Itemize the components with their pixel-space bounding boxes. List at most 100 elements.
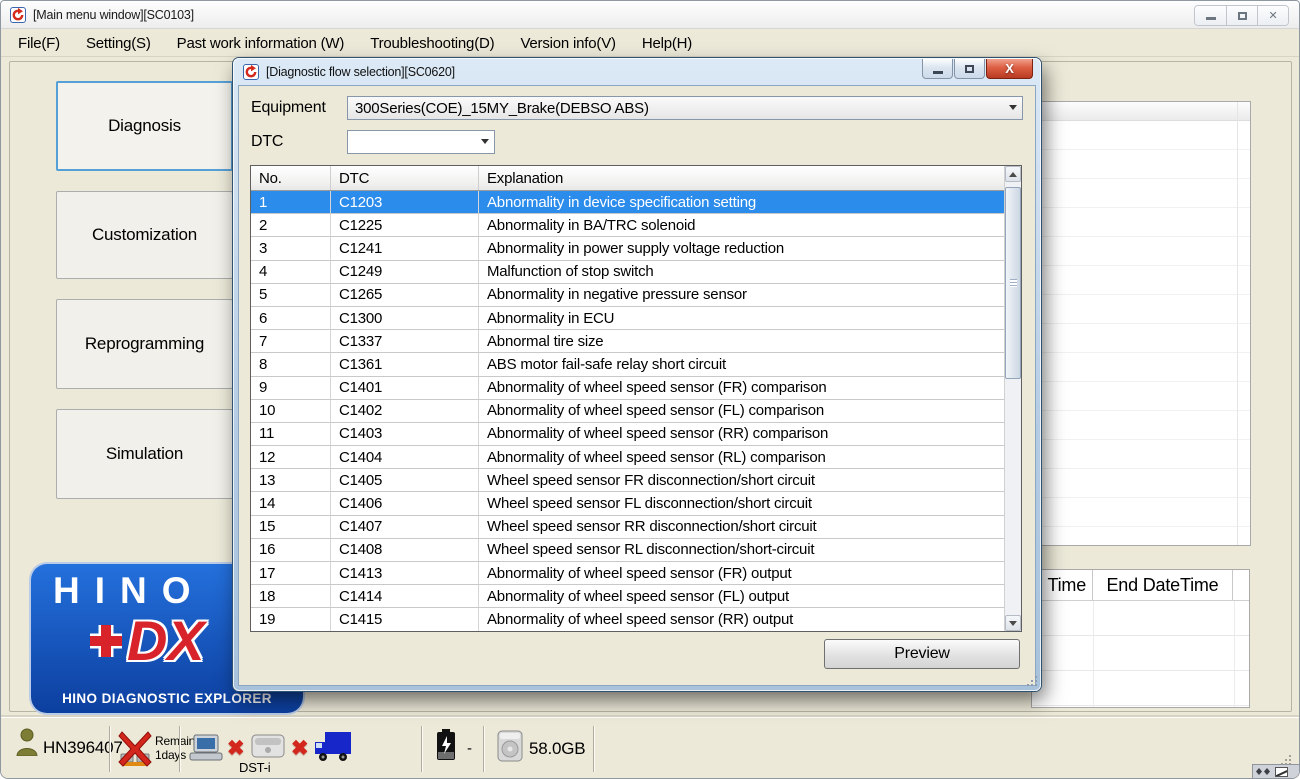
cell-dtc: C1265 xyxy=(331,284,479,306)
cell-explanation: Abnormality in device specification sett… xyxy=(479,191,1004,213)
table-row[interactable]: 1 C1203 Abnormality in device specificat… xyxy=(251,191,1004,214)
dialog-client-area: Equipment 300Series(COE)_15MY_Brake(DEBS… xyxy=(238,85,1036,686)
status-bar: HN396407 Remain 1days ✖ DST-i ✖ xyxy=(1,717,1299,779)
cell-no: 6 xyxy=(251,307,331,329)
menu-item[interactable]: File(F) xyxy=(5,31,73,56)
cell-dtc: C1407 xyxy=(331,516,479,538)
cell-no: 2 xyxy=(251,214,331,236)
network-error-icon xyxy=(117,730,153,768)
cell-no: 3 xyxy=(251,237,331,259)
vertical-scrollbar[interactable] xyxy=(1004,166,1021,631)
disconnect-x-icon: ✖ xyxy=(291,736,308,761)
logo-cross-icon xyxy=(87,622,125,660)
dialog-titlebar[interactable]: [Diagnostic flow selection][SC0620] xyxy=(233,58,1041,85)
close-icon: ✕ xyxy=(1268,9,1277,22)
minimize-icon xyxy=(933,71,943,74)
cell-dtc: C1225 xyxy=(331,214,479,236)
dialog-minimize-button[interactable] xyxy=(922,59,953,79)
table-row[interactable]: 16 C1408 Wheel speed sensor RL disconnec… xyxy=(251,539,1004,562)
header-no[interactable]: No. xyxy=(251,166,331,190)
close-button[interactable]: ✕ xyxy=(1257,6,1288,25)
nav-button[interactable]: Diagnosis xyxy=(56,81,233,171)
taskbar-fragment xyxy=(1252,764,1299,778)
cell-explanation: Abnormality of wheel speed sensor (FR) c… xyxy=(479,377,1004,399)
menu-item[interactable]: Help(H) xyxy=(629,31,705,56)
history-col-time[interactable]: Time xyxy=(1032,570,1093,600)
table-row[interactable]: 7 C1337 Abnormal tire size xyxy=(251,330,1004,353)
history-col-end-datetime[interactable]: End DateTime xyxy=(1093,570,1233,600)
menu-item[interactable]: Past work information (W) xyxy=(164,31,358,56)
cell-explanation: Abnormality of wheel speed sensor (RR) o… xyxy=(479,608,1004,630)
cell-explanation: Abnormality of wheel speed sensor (FL) o… xyxy=(479,585,1004,607)
dialog-app-icon xyxy=(243,64,259,80)
cell-explanation: Abnormality in power supply voltage redu… xyxy=(479,237,1004,259)
triangle-up-icon xyxy=(1009,172,1017,177)
table-row[interactable]: 11 C1403 Abnormality of wheel speed sens… xyxy=(251,423,1004,446)
table-row[interactable]: 5 C1265 Abnormality in negative pressure… xyxy=(251,284,1004,307)
header-explanation[interactable]: Explanation xyxy=(479,166,1004,190)
cell-no: 19 xyxy=(251,608,331,630)
tray-icon[interactable] xyxy=(1275,767,1288,777)
header-dtc[interactable]: DTC xyxy=(331,166,479,190)
table-row[interactable]: 2 C1225 Abnormality in BA/TRC solenoid xyxy=(251,214,1004,237)
cell-no: 14 xyxy=(251,492,331,514)
dialog-resize-grip[interactable] xyxy=(1026,676,1037,687)
tray-icon[interactable] xyxy=(1256,768,1262,775)
cell-no: 18 xyxy=(251,585,331,607)
scroll-down-button[interactable] xyxy=(1005,615,1021,631)
cell-dtc: C1413 xyxy=(331,562,479,584)
equipment-dropdown[interactable]: 300Series(COE)_15MY_Brake(DEBSO ABS) xyxy=(347,96,1023,120)
tray-icon[interactable] xyxy=(1264,768,1270,775)
battery-icon xyxy=(435,728,457,762)
restore-icon xyxy=(1238,12,1247,20)
dialog-maximize-button[interactable] xyxy=(954,59,985,79)
cell-no: 16 xyxy=(251,539,331,561)
menu-item[interactable]: Version info(V) xyxy=(507,31,628,56)
table-row[interactable]: 12 C1404 Abnormality of wheel speed sens… xyxy=(251,446,1004,469)
menu-item[interactable]: Setting(S) xyxy=(73,31,164,56)
preview-button[interactable]: Preview xyxy=(824,639,1020,669)
table-row[interactable]: 9 C1401 Abnormality of wheel speed senso… xyxy=(251,377,1004,400)
nav-button[interactable]: Simulation xyxy=(56,409,233,499)
cell-no: 15 xyxy=(251,516,331,538)
table-row[interactable]: 13 C1405 Wheel speed sensor FR disconnec… xyxy=(251,469,1004,492)
minimize-button[interactable] xyxy=(1195,6,1226,25)
dtc-table-body: 1 C1203 Abnormality in device specificat… xyxy=(251,191,1004,631)
scrollbar-thumb[interactable] xyxy=(1005,187,1021,379)
cell-dtc: C1337 xyxy=(331,330,479,352)
table-row[interactable]: 15 C1407 Wheel speed sensor RR disconnec… xyxy=(251,516,1004,539)
dtc-dropdown[interactable] xyxy=(347,130,495,154)
remain-value: 1days xyxy=(155,748,186,762)
cell-no: 12 xyxy=(251,446,331,468)
dialog-close-button[interactable]: X xyxy=(986,59,1033,79)
minimize-icon xyxy=(1206,17,1216,20)
table-row[interactable]: 8 C1361 ABS motor fail-safe relay short … xyxy=(251,353,1004,376)
menu-item[interactable]: Troubleshooting(D) xyxy=(357,31,507,56)
cell-no: 9 xyxy=(251,377,331,399)
chevron-down-icon xyxy=(1009,105,1017,110)
cell-explanation: Abnormality of wheel speed sensor (FR) o… xyxy=(479,562,1004,584)
cell-explanation: Abnormality in negative pressure sensor xyxy=(479,284,1004,306)
scroll-up-button[interactable] xyxy=(1005,166,1021,182)
equipment-value: 300Series(COE)_15MY_Brake(DEBSO ABS) xyxy=(355,100,649,117)
cell-explanation: Abnormality of wheel speed sensor (FL) c… xyxy=(479,400,1004,422)
cell-explanation: Wheel speed sensor FR disconnection/shor… xyxy=(479,469,1004,491)
cell-explanation: Abnormality in ECU xyxy=(479,307,1004,329)
table-row[interactable]: 10 C1402 Abnormality of wheel speed sens… xyxy=(251,400,1004,423)
nav-button[interactable]: Customization xyxy=(56,191,233,279)
cell-dtc: C1402 xyxy=(331,400,479,422)
table-row[interactable]: 18 C1414 Abnormality of wheel speed sens… xyxy=(251,585,1004,608)
restore-button[interactable] xyxy=(1226,6,1257,25)
table-row[interactable]: 6 C1300 Abnormality in ECU xyxy=(251,307,1004,330)
cell-no: 7 xyxy=(251,330,331,352)
cell-explanation: Wheel speed sensor FL disconnection/shor… xyxy=(479,492,1004,514)
table-row[interactable]: 4 C1249 Malfunction of stop switch xyxy=(251,261,1004,284)
table-row[interactable]: 17 C1413 Abnormality of wheel speed sens… xyxy=(251,562,1004,585)
nav-button[interactable]: Reprogramming xyxy=(56,299,233,389)
table-row[interactable]: 19 C1415 Abnormality of wheel speed sens… xyxy=(251,608,1004,631)
app-icon xyxy=(10,7,26,23)
table-row[interactable]: 3 C1241 Abnormality in power supply volt… xyxy=(251,237,1004,260)
table-row[interactable]: 14 C1406 Wheel speed sensor FL disconnec… xyxy=(251,492,1004,515)
cell-dtc: C1404 xyxy=(331,446,479,468)
application-window: [Main menu window][SC0103] ✕ File(F)Sett… xyxy=(0,0,1300,779)
